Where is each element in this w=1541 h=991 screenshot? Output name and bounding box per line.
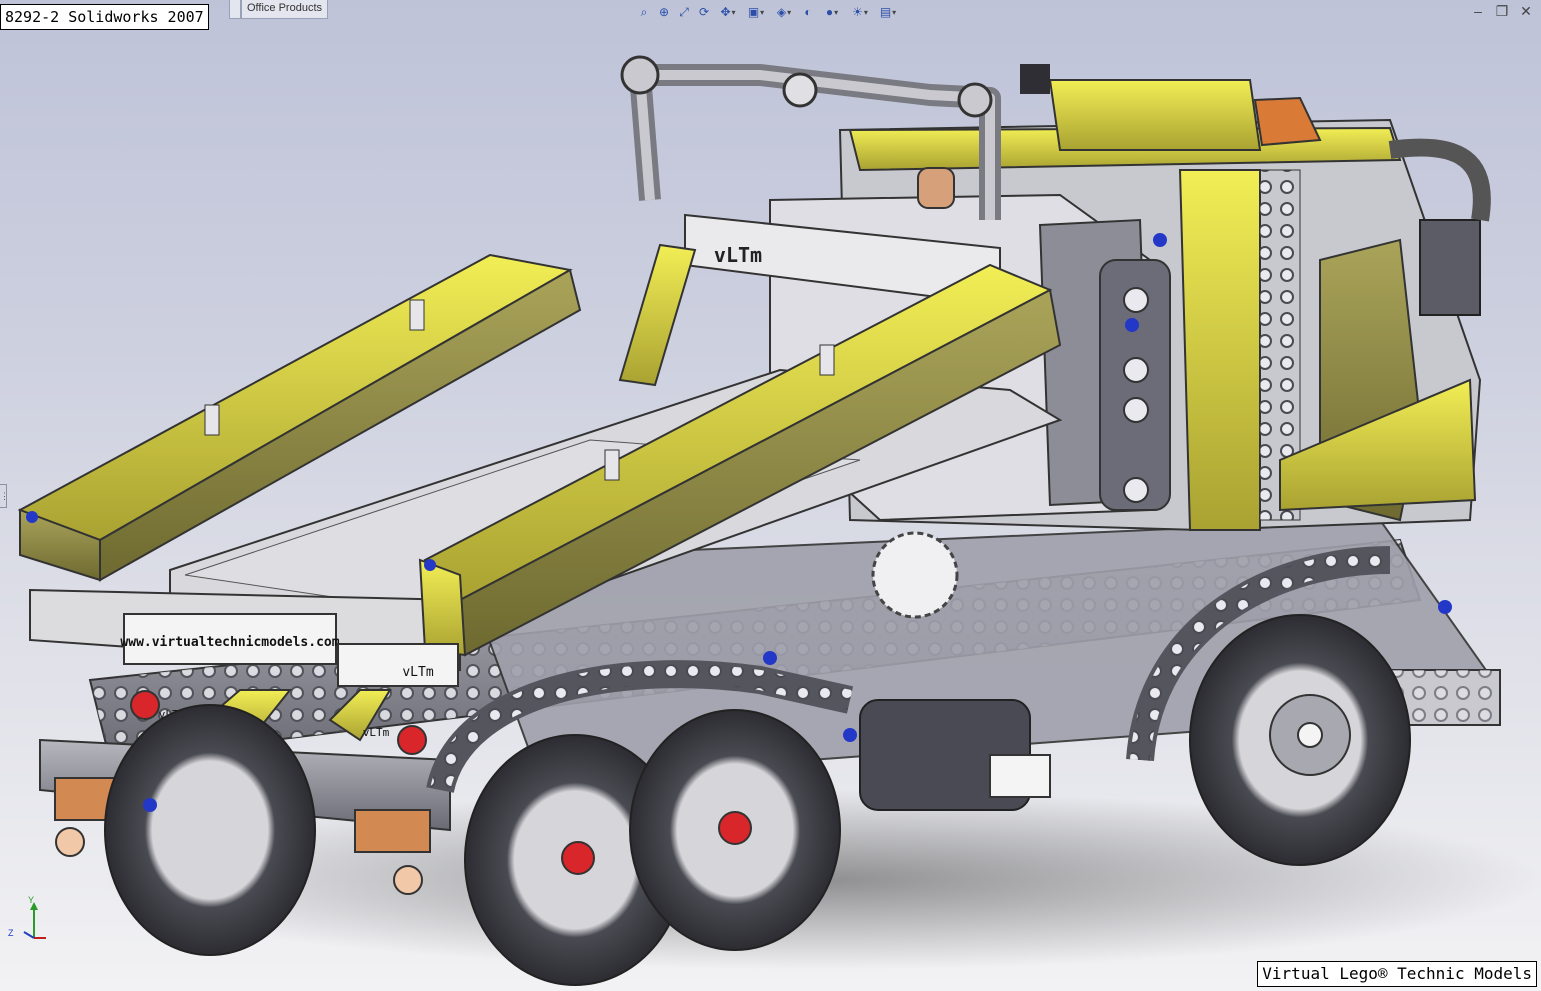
window-controls: – ❐ ✕ xyxy=(1471,4,1533,18)
website-sticker: www.virtualtechnicmodels.com xyxy=(120,635,339,650)
rotate-icon[interactable]: ⟳ xyxy=(696,4,712,20)
triad-y-label: Y xyxy=(28,895,34,905)
footer-caption: Virtual Lego® Technic Models xyxy=(1257,961,1537,987)
graphics-viewport[interactable]: www.virtualtechnicmodels.com vLTm vLTm v… xyxy=(0,0,1541,991)
view-settings-icon[interactable]: ▤ xyxy=(876,4,900,20)
restore-icon[interactable]: ❐ xyxy=(1495,4,1509,18)
close-icon[interactable]: ✕ xyxy=(1519,4,1533,18)
edit-appearance-icon[interactable]: ● xyxy=(820,4,844,20)
title-caption: 8292-2 Solidworks 2007 xyxy=(0,4,209,30)
bumper-right-sticker: vLTm xyxy=(363,726,390,739)
front-panel-sticker: vLTm xyxy=(714,243,762,267)
triad-z-label: Z xyxy=(8,928,14,938)
rear-left-wheel xyxy=(104,704,316,956)
rear-wheel-2 xyxy=(629,709,841,951)
view-orientation-icon[interactable]: ▣ xyxy=(744,4,768,20)
zoom-area-icon[interactable]: ⊕ xyxy=(656,4,672,20)
reference-triad: Y Z xyxy=(8,895,46,939)
pan-icon[interactable]: ✥ xyxy=(716,4,740,20)
heads-up-view-toolbar: ⌕ ⊕ ⤢ ⟳ ✥ ▣ ◈ ◐ ● ☀ ▤ xyxy=(636,4,900,20)
zoom-in-out-icon[interactable]: ⤢ xyxy=(676,4,692,20)
tab-partial[interactable] xyxy=(229,0,241,19)
zoom-fit-icon[interactable]: ⌕ xyxy=(636,4,652,20)
front-wheel xyxy=(1189,614,1411,866)
bumper-sign-sticker: vLTm xyxy=(402,665,433,680)
minimize-icon[interactable]: – xyxy=(1471,4,1485,18)
tab-office-products[interactable]: Office Products xyxy=(241,0,328,19)
panel-collapse-handle[interactable]: ⋮ xyxy=(0,484,9,508)
display-style-icon[interactable]: ◈ xyxy=(772,4,796,20)
truck-model[interactable]: www.virtualtechnicmodels.com vLTm vLTm v… xyxy=(17,55,1502,986)
hide-show-icon[interactable]: ◐ xyxy=(800,4,816,20)
apply-scene-icon[interactable]: ☀ xyxy=(848,4,872,20)
